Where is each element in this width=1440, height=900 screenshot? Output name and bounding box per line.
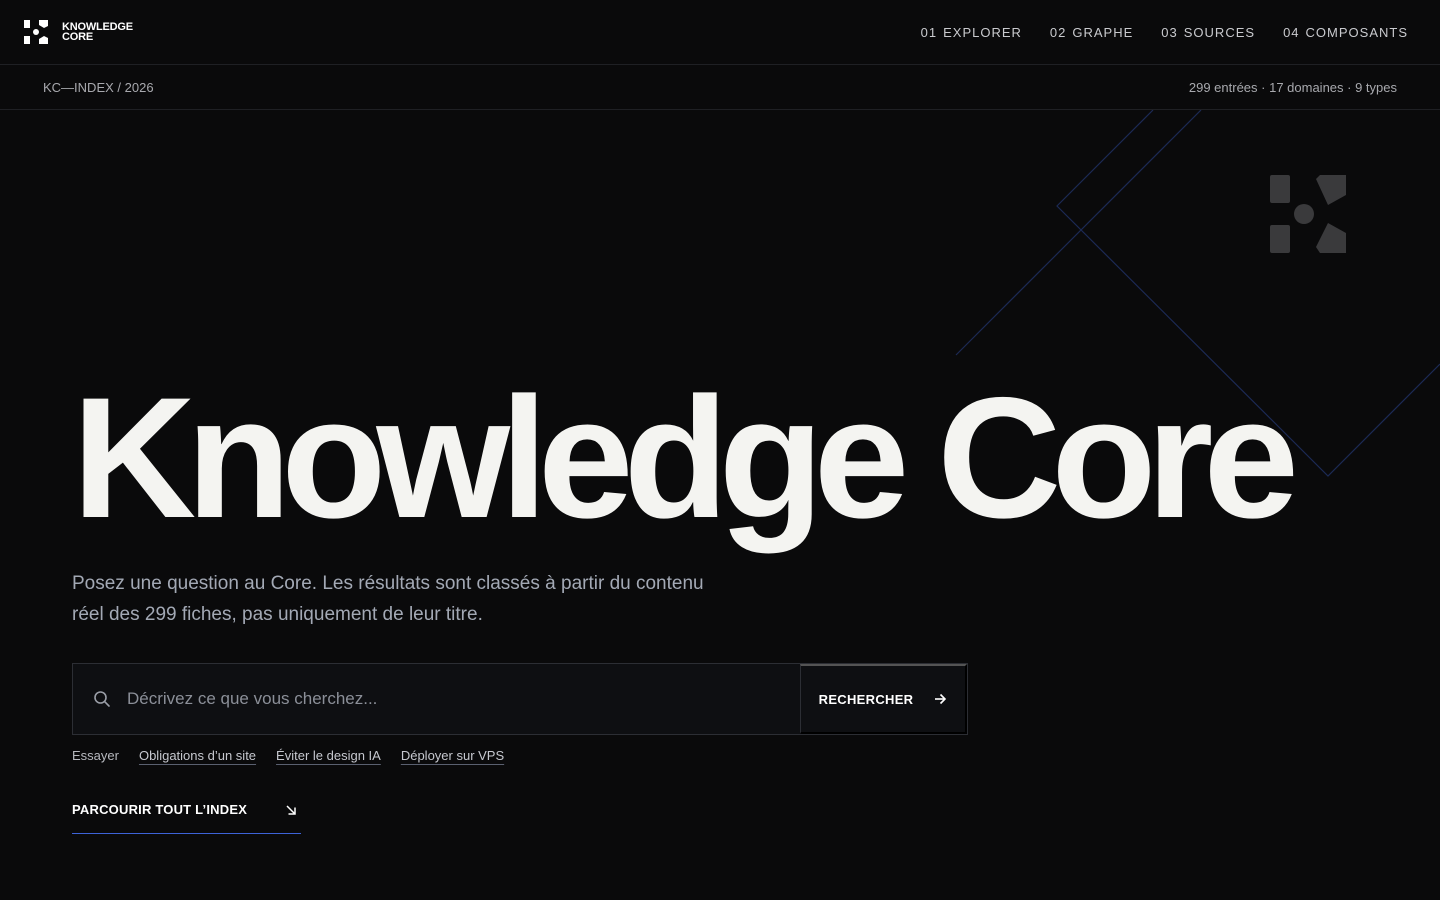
brand-line-2: CORE bbox=[62, 31, 93, 43]
brand-logo[interactable]: KNOWLEDGE CORE bbox=[24, 20, 133, 44]
nav-num: 03 bbox=[1161, 24, 1178, 40]
suggestion-obligations-site[interactable]: Obligations d’un site bbox=[139, 748, 256, 763]
page: KNOWLEDGE CORE 01 EXPLORER 02 GRAPHE 03 SOU… bbox=[0, 0, 1440, 900]
nav-label: SOURCES bbox=[1183, 24, 1256, 40]
nav-item-composants[interactable]: 04 COMPOSANTS bbox=[1283, 25, 1408, 40]
arrow-down-right-icon bbox=[286, 805, 296, 815]
search-button[interactable]: RECHERCHER bbox=[800, 664, 967, 734]
search-button-label: RECHERCHER bbox=[818, 691, 914, 707]
hero-subtitle: Posez une question au Core. Les résultat… bbox=[72, 573, 704, 625]
nav-label: EXPLORER bbox=[943, 24, 1022, 40]
meta-bar: KC—INDEX / 2026 299 entrées · 17 domaine… bbox=[0, 65, 1440, 110]
search-input[interactable] bbox=[127, 664, 800, 734]
deco-diagonal bbox=[955, 110, 1202, 356]
suggestion-deployer-vps[interactable]: Déployer sur VPS bbox=[401, 748, 504, 763]
index-label: KC—INDEX / 2026 bbox=[43, 79, 154, 95]
top-nav: KNOWLEDGE CORE 01 EXPLORER 02 GRAPHE 03 SOU… bbox=[0, 0, 1440, 65]
browse-index-label: PARCOURIR TOUT L’INDEX bbox=[72, 802, 248, 817]
search-bar: RECHERCHER bbox=[72, 663, 968, 735]
browse-index-link[interactable]: PARCOURIR TOUT L’INDEX bbox=[72, 797, 301, 834]
kc-logo-icon bbox=[24, 20, 48, 44]
nav-label: COMPOSANTS bbox=[1305, 24, 1408, 40]
main-nav: 01 EXPLORER 02 GRAPHE 03 SOURCES 04 COMPOSAN… bbox=[921, 25, 1408, 40]
hero-title: Knowledge Core bbox=[72, 362, 1299, 554]
suggestion-eviter-design-ia[interactable]: Éviter le design IA bbox=[276, 748, 381, 763]
nav-num: 04 bbox=[1283, 24, 1300, 40]
search-field bbox=[73, 664, 800, 734]
suggestions-label: Essayer bbox=[72, 748, 119, 763]
search-suggestions: Essayer Obligations d’un site Éviter le … bbox=[72, 748, 504, 763]
nav-num: 01 bbox=[920, 24, 938, 40]
nav-item-explorer[interactable]: 01 EXPLORER bbox=[921, 25, 1022, 40]
nav-item-graphe[interactable]: 02 GRAPHE bbox=[1050, 25, 1133, 40]
nav-label: GRAPHE bbox=[1072, 24, 1134, 40]
nav-item-sources[interactable]: 03 SOURCES bbox=[1161, 25, 1255, 40]
kc-watermark-icon bbox=[1270, 175, 1346, 253]
index-stats: 299 entrées · 17 domaines · 9 types bbox=[1188, 79, 1397, 95]
nav-num: 02 bbox=[1049, 24, 1067, 40]
arrow-right-icon bbox=[935, 693, 947, 705]
search-icon bbox=[94, 691, 110, 707]
brand-name: KNOWLEDGE CORE bbox=[62, 22, 133, 43]
